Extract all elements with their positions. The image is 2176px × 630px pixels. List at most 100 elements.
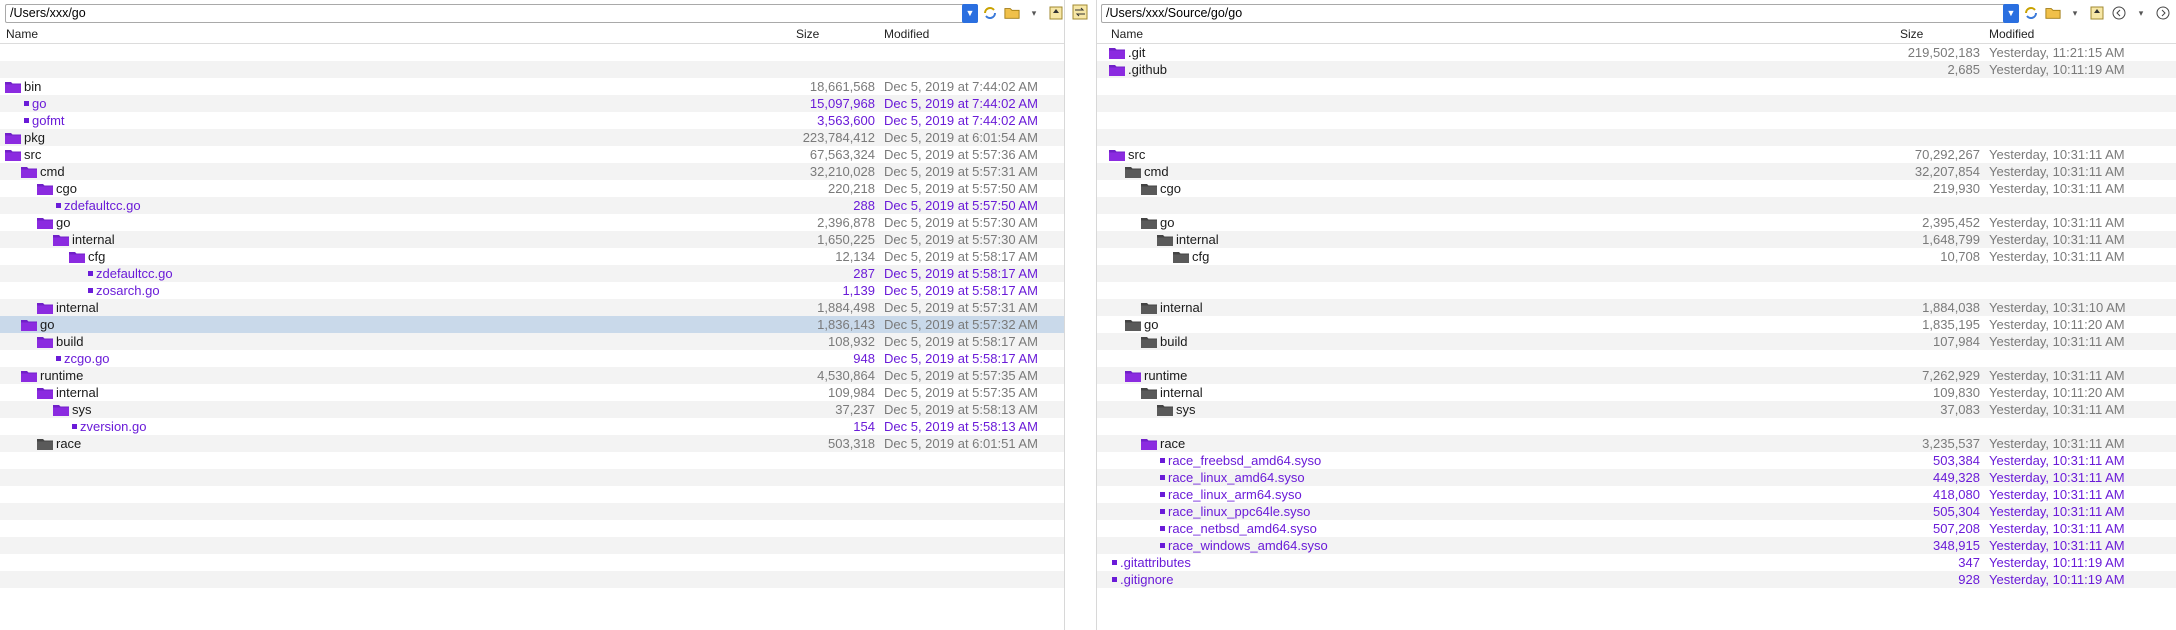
file-icon xyxy=(1160,543,1165,548)
swap-panes-icon[interactable] xyxy=(1072,4,1088,20)
item-size: 37,083 xyxy=(1940,402,1980,417)
folder-row[interactable]: internal 1,650,225 Dec 5, 2019 at 5:57:30 … xyxy=(0,231,1064,248)
name-column-header[interactable]: Name xyxy=(6,27,38,41)
folder-row[interactable]: build 108,932 Dec 5, 2019 at 5:58:17 AM xyxy=(0,333,1064,350)
file-row[interactable]: zdefaultcc.go 288 Dec 5, 2019 at 5:57:50 A… xyxy=(0,197,1064,214)
item-label: cgo xyxy=(56,181,77,196)
folder-row[interactable]: .github 2,685 Yesterday, 10:11:19 AM xyxy=(1097,61,2176,78)
dropdown-icon[interactable]: ▾ xyxy=(2067,5,2083,21)
item-label: race_netbsd_amd64.syso xyxy=(1168,521,1317,536)
file-row[interactable]: race_linux_amd64.syso 449,328 Yesterday, 1… xyxy=(1097,469,2176,486)
item-size: 1,139 xyxy=(842,283,875,298)
modified-column-header[interactable]: Modified xyxy=(1989,27,2034,41)
folder-open-icon[interactable] xyxy=(2045,5,2061,21)
name-column-header[interactable]: Name xyxy=(1111,27,1143,41)
folder-icon xyxy=(1141,302,1157,314)
item-size: 223,784,412 xyxy=(802,130,875,145)
file-row[interactable]: zdefaultcc.go 287 Dec 5, 2019 at 5:58:17 A… xyxy=(0,265,1064,282)
folder-row[interactable]: src 70,292,267 Yesterday, 10:31:11 AM xyxy=(1097,146,2176,163)
file-row[interactable]: race_windows_amd64.syso 348,915 Yesterday,… xyxy=(1097,537,2176,554)
item-modified: Yesterday, 10:31:11 AM xyxy=(1989,504,2125,519)
item-modified: Dec 5, 2019 at 7:44:02 AM xyxy=(884,79,1038,94)
folder-row[interactable]: go 2,395,452 Yesterday, 10:31:11 AM xyxy=(1097,214,2176,231)
dropdown-icon[interactable]: ▾ xyxy=(2133,5,2149,21)
folder-row[interactable]: runtime 4,530,864 Dec 5, 2019 at 5:57:35 A… xyxy=(0,367,1064,384)
file-row[interactable]: race_linux_ppc64le.syso 505,304 Yesterday,… xyxy=(1097,503,2176,520)
chevron-down-icon[interactable]: ▼ xyxy=(962,3,978,23)
folder-row[interactable]: go 1,836,143 Dec 5, 2019 at 5:57:32 AM xyxy=(0,316,1064,333)
file-row[interactable]: zcgo.go 948 Dec 5, 2019 at 5:58:17 AM xyxy=(0,350,1064,367)
dropdown-icon[interactable]: ▾ xyxy=(1026,5,1042,21)
chevron-down-icon[interactable]: ▼ xyxy=(2003,3,2019,23)
item-size: 348,915 xyxy=(1933,538,1980,553)
file-row[interactable]: .gitattributes 347 Yesterday, 10:11:19 AM xyxy=(1097,554,2176,571)
left-path-field[interactable]: /Users/xxx/go ▼ xyxy=(5,3,978,23)
folder-row[interactable]: src 67,563,324 Dec 5, 2019 at 5:57:36 AM xyxy=(0,146,1064,163)
back-icon[interactable] xyxy=(2111,5,2127,21)
item-size: 3,235,537 xyxy=(1922,436,1980,451)
file-row[interactable]: zversion.go 154 Dec 5, 2019 at 5:58:13 AM xyxy=(0,418,1064,435)
item-size: 347 xyxy=(1958,555,1980,570)
folder-row[interactable]: cgo 219,930 Yesterday, 10:31:11 AM xyxy=(1097,180,2176,197)
folder-icon xyxy=(1157,234,1173,246)
file-row[interactable]: .gitignore 928 Yesterday, 10:11:19 AM xyxy=(1097,571,2176,588)
size-column-header[interactable]: Size xyxy=(796,27,819,41)
item-modified: Dec 5, 2019 at 5:57:35 AM xyxy=(884,368,1038,383)
item-size: 18,661,568 xyxy=(809,79,875,94)
folder-row[interactable]: race 3,235,537 Yesterday, 10:31:11 AM xyxy=(1097,435,2176,452)
folder-row[interactable]: internal 109,830 Yesterday, 10:11:20 AM xyxy=(1097,384,2176,401)
folder-row[interactable]: go 2,396,878 Dec 5, 2019 at 5:57:30 AM xyxy=(0,214,1064,231)
file-row[interactable]: race_freebsd_amd64.syso 503,384 Yesterday,… xyxy=(1097,452,2176,469)
folder-row[interactable]: runtime 7,262,929 Yesterday, 10:31:11 AM xyxy=(1097,367,2176,384)
folder-row[interactable]: cfg 10,708 Yesterday, 10:31:11 AM xyxy=(1097,248,2176,265)
folder-row[interactable]: cmd 32,210,028 Dec 5, 2019 at 5:57:31 AM xyxy=(0,163,1064,180)
item-label: cmd xyxy=(40,164,65,179)
empty-row xyxy=(1097,112,2176,129)
folder-row[interactable]: race 503,318 Dec 5, 2019 at 6:01:51 AM xyxy=(0,435,1064,452)
folder-row[interactable]: sys 37,237 Dec 5, 2019 at 5:58:13 AM xyxy=(0,401,1064,418)
folder-row[interactable]: .git 219,502,183 Yesterday, 11:21:15 AM xyxy=(1097,44,2176,61)
go-up-icon[interactable] xyxy=(1048,5,1064,21)
right-path-field[interactable]: /Users/xxx/Source/go/go ▼ xyxy=(1101,3,2019,23)
item-size: 507,208 xyxy=(1933,521,1980,536)
folder-row[interactable]: cgo 220,218 Dec 5, 2019 at 5:57:50 AM xyxy=(0,180,1064,197)
item-name: gofmt xyxy=(21,112,65,129)
sync-icon[interactable] xyxy=(2023,5,2039,21)
file-row[interactable]: race_netbsd_amd64.syso 507,208 Yesterday, … xyxy=(1097,520,2176,537)
folder-row[interactable]: build 107,984 Yesterday, 10:31:11 AM xyxy=(1097,333,2176,350)
item-label: .gitattributes xyxy=(1120,555,1191,570)
folder-row[interactable]: internal 109,984 Dec 5, 2019 at 5:57:35 AM xyxy=(0,384,1064,401)
item-name: zosarch.go xyxy=(85,282,160,299)
folder-row[interactable]: bin 18,661,568 Dec 5, 2019 at 7:44:02 AM xyxy=(0,78,1064,95)
folder-row[interactable]: pkg 223,784,412 Dec 5, 2019 at 6:01:54 AM xyxy=(0,129,1064,146)
folder-row[interactable]: internal 1,884,038 Yesterday, 10:31:10 AM xyxy=(1097,299,2176,316)
item-size: 220,218 xyxy=(828,181,875,196)
folder-row[interactable]: cfg 12,134 Dec 5, 2019 at 5:58:17 AM xyxy=(0,248,1064,265)
file-row[interactable]: go 15,097,968 Dec 5, 2019 at 7:44:02 AM xyxy=(0,95,1064,112)
empty-row xyxy=(1097,78,2176,95)
file-row[interactable]: race_linux_arm64.syso 418,080 Yesterday, 1… xyxy=(1097,486,2176,503)
folder-row[interactable]: sys 37,083 Yesterday, 10:31:11 AM xyxy=(1097,401,2176,418)
file-row[interactable]: gofmt 3,563,600 Dec 5, 2019 at 7:44:02 AM xyxy=(0,112,1064,129)
file-row[interactable]: zosarch.go 1,139 Dec 5, 2019 at 5:58:17 AM xyxy=(0,282,1064,299)
empty-row xyxy=(0,520,1064,537)
folder-row[interactable]: cmd 32,207,854 Yesterday, 10:31:11 AM xyxy=(1097,163,2176,180)
forward-icon[interactable] xyxy=(2155,5,2171,21)
item-label: go xyxy=(40,317,55,332)
folder-row[interactable]: internal 1,884,498 Dec 5, 2019 at 5:57:31 … xyxy=(0,299,1064,316)
empty-row xyxy=(0,503,1064,520)
right-file-list: .git 219,502,183 Yesterday, 11:21:15 AM .gi… xyxy=(1097,44,2176,605)
item-label: .git xyxy=(1128,45,1146,60)
modified-column-header[interactable]: Modified xyxy=(884,27,929,41)
item-size: 1,836,143 xyxy=(817,317,875,332)
item-modified: Dec 5, 2019 at 5:58:17 AM xyxy=(884,283,1038,298)
sync-icon[interactable] xyxy=(982,5,998,21)
folder-row[interactable]: go 1,835,195 Yesterday, 10:11:20 AM xyxy=(1097,316,2176,333)
item-size: 288 xyxy=(853,198,875,213)
size-column-header[interactable]: Size xyxy=(1900,27,1923,41)
go-up-icon[interactable] xyxy=(2089,5,2105,21)
folder-row[interactable]: internal 1,648,799 Yesterday, 10:31:11 AM xyxy=(1097,231,2176,248)
pane-divider[interactable] xyxy=(1064,0,1097,630)
folder-open-icon[interactable] xyxy=(1004,5,1020,21)
item-modified: Dec 5, 2019 at 5:58:17 AM xyxy=(884,334,1038,349)
